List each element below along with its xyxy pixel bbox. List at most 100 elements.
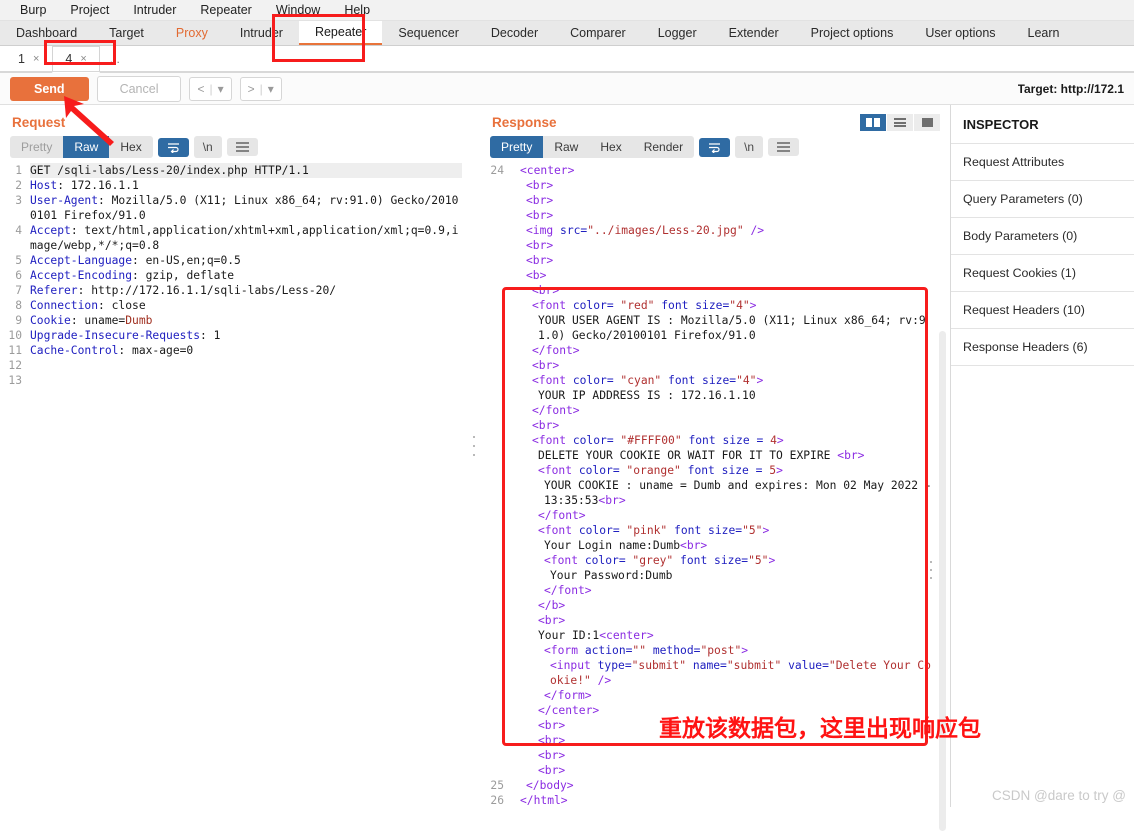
sub-tab-4[interactable]: 4 × — [52, 46, 100, 73]
menu-icon[interactable] — [768, 138, 800, 156]
inspector-row-request[interactable]: Request Cookies (1) — [951, 255, 1134, 292]
split-view-icon[interactable] — [860, 114, 886, 131]
wrap-icon[interactable] — [157, 137, 189, 157]
response-line: </form> — [514, 688, 936, 703]
response-line: <br> — [514, 613, 936, 628]
code-token: > — [756, 374, 764, 387]
repeater-sub-tabs: 1 × 4 ×... — [0, 46, 1134, 73]
tab-sequencer[interactable]: Sequencer — [382, 21, 474, 45]
menu-item-project[interactable]: Project — [58, 1, 121, 19]
code-token: <img — [526, 224, 561, 237]
code-token: <font — [538, 524, 579, 537]
tab-learn[interactable]: Learn — [1012, 21, 1076, 45]
tab-extender[interactable]: Extender — [713, 21, 795, 45]
menu-item-burp[interactable]: Burp — [8, 1, 58, 19]
annotation-note: 重放该数据包，这里出现响应包 — [659, 716, 981, 742]
menu-item-help[interactable]: Help — [332, 1, 382, 19]
tab-proxy[interactable]: Proxy — [160, 21, 224, 45]
response-line: <br> — [514, 358, 936, 373]
code-token: User-Agent — [30, 194, 99, 207]
code-token: <font — [532, 299, 573, 312]
code-token: </html> — [520, 794, 568, 807]
code-token: name= — [686, 659, 727, 672]
wrap-icon[interactable] — [699, 137, 731, 157]
splitter-grip-icon[interactable] — [472, 435, 477, 461]
line-number: 24 — [490, 164, 504, 177]
tab-target[interactable]: Target — [93, 21, 160, 45]
single-view-icon[interactable] — [914, 114, 940, 131]
code-token: <br> — [526, 209, 554, 222]
response-line: Your ID:1<center> — [514, 628, 936, 643]
tab-dashboard[interactable]: Dashboard — [0, 21, 93, 45]
request-body[interactable]: 1 GET /sqli-labs/Less-20/index.php HTTP/1… — [8, 163, 470, 388]
response-view-render[interactable]: Render — [632, 136, 695, 158]
code-token: Accept-Language — [30, 254, 133, 267]
inspector-row-body[interactable]: Body Parameters (0) — [951, 218, 1134, 255]
menu-item-window[interactable]: Window — [264, 1, 332, 19]
code-token: Your Login name:Dumb — [544, 539, 681, 552]
tab-project-options[interactable]: Project options — [795, 21, 910, 45]
code-token: "submit" — [726, 659, 782, 672]
response-grip-icon[interactable] — [929, 560, 934, 582]
response-line: <br> — [514, 418, 936, 433]
response-view-hex[interactable]: Hex — [589, 136, 633, 158]
newline-icon[interactable]: \n — [735, 136, 764, 158]
response-view-raw[interactable]: Raw — [543, 136, 590, 158]
response-view-pretty[interactable]: Pretty — [490, 136, 544, 158]
request-line: 9 Cookie: uname=Dumb — [15, 313, 462, 328]
code-token: <br> — [532, 419, 560, 432]
code-token: </font> — [538, 509, 586, 522]
tab-intruder[interactable]: Intruder — [224, 21, 299, 45]
inspector-row-request[interactable]: Request Headers (10) — [951, 292, 1134, 329]
forward-button[interactable]: > | ▾ — [239, 76, 282, 101]
line-number: 6 — [15, 269, 22, 282]
tab-logger[interactable]: Logger — [642, 21, 713, 45]
sub-tab-1[interactable]: 1 × — [6, 46, 52, 72]
code-token: Accept-Encoding — [30, 269, 133, 282]
menu-icon[interactable] — [226, 138, 258, 156]
tab-repeater[interactable]: Repeater — [298, 21, 383, 45]
code-token: </form> — [544, 689, 592, 702]
inspector-row-query[interactable]: Query Parameters (0) — [951, 181, 1134, 218]
inspector-row-request[interactable]: Request Attributes — [951, 144, 1134, 181]
tab-comparer[interactable]: Comparer — [554, 21, 642, 45]
code-token: <center> — [520, 164, 575, 177]
code-token: : 1 — [200, 329, 221, 342]
code-token: <br> — [526, 254, 554, 267]
close-icon[interactable]: × — [80, 53, 86, 65]
request-line: 10 Upgrade-Insecure-Requests: 1 — [8, 328, 462, 343]
code-token: : text/html,application/xhtml+xml,applic… — [30, 224, 459, 252]
code-token: <br> — [538, 764, 566, 777]
response-line: <b> — [514, 268, 936, 283]
code-token: <br> — [538, 749, 566, 762]
rows-view-icon[interactable] — [887, 114, 913, 131]
code-token: : gzip, deflate — [132, 269, 235, 282]
newline-icon[interactable]: \n — [193, 136, 222, 158]
code-token: Your ID:1 — [538, 629, 600, 642]
response-scrollbar[interactable] — [939, 331, 946, 831]
code-token: font size= — [654, 299, 730, 312]
response-line: 24 <center> — [490, 163, 936, 178]
tab-user-options[interactable]: User options — [909, 21, 1011, 45]
close-icon[interactable]: × — [33, 53, 39, 65]
code-token: > — [749, 299, 757, 312]
menu-item-repeater[interactable]: Repeater — [188, 1, 263, 19]
code-token: YOUR USER AGENT IS : Mozilla/5.0 (X11; L… — [538, 314, 926, 342]
code-token: Referer — [30, 284, 78, 297]
code-token: font size= — [673, 554, 749, 567]
pane-splitter[interactable] — [470, 105, 480, 807]
back-button[interactable]: < | ▾ — [189, 76, 232, 101]
response-line: <br> — [514, 208, 936, 223]
menu-item-intruder[interactable]: Intruder — [121, 1, 188, 19]
line-number: 11 — [8, 344, 22, 357]
code-token: <form — [544, 644, 585, 657]
inspector-row-response[interactable]: Response Headers (6) — [951, 329, 1134, 366]
tab-decoder[interactable]: Decoder — [475, 21, 554, 45]
code-token: color= — [578, 464, 620, 477]
code-token: font size= — [661, 374, 737, 387]
request-editor[interactable]: 1 GET /sqli-labs/Less-20/index.php HTTP/1… — [0, 163, 470, 388]
sub-tab-overflow[interactable]: ... — [100, 46, 130, 72]
code-token: <br> — [538, 734, 566, 747]
code-token: : 172.16.1.1 — [57, 179, 139, 192]
code-token: "../images/Less-20.jpg" — [587, 224, 744, 237]
